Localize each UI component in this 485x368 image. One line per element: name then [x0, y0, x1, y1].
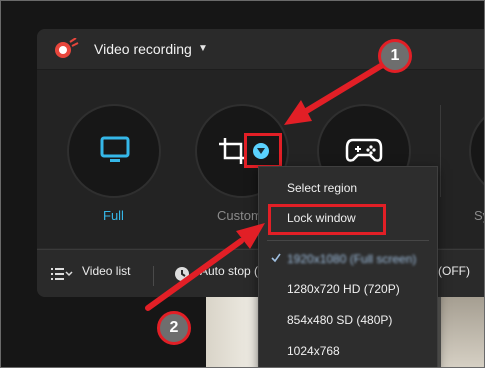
auto-stop-button[interactable]: Auto stop ( [200, 264, 258, 278]
annotation-badge-2: 2 [157, 311, 191, 345]
mode-system-button[interactable] [469, 104, 484, 198]
menu-item-1024x768[interactable]: 1024x768 [259, 336, 437, 366]
mode-custom-label: Custom [217, 208, 262, 223]
gamepad-icon [345, 136, 383, 164]
menu-item-720p[interactable]: 1280x720 HD (720P) [259, 274, 437, 304]
timer-icon [174, 266, 190, 282]
screenshot-frame: Video recording ▼ Full Custom S Video li… [0, 0, 485, 368]
app-logo-icon [53, 38, 79, 60]
toolbar-off-status: (OFF) [438, 264, 470, 278]
menu-item-label: 1024x768 [287, 344, 340, 358]
menu-item-label: Select region [287, 181, 358, 195]
checkmark-icon [271, 253, 281, 263]
mode-system-label: Sy [474, 208, 484, 223]
list-icon[interactable] [51, 268, 73, 282]
mode-full-label: Full [103, 208, 124, 223]
monitor-icon [100, 135, 130, 165]
video-list-button[interactable]: Video list [82, 264, 130, 278]
highlight-box-lock-window [268, 204, 386, 235]
toolbar-divider [153, 266, 154, 286]
mode-title[interactable]: Video recording [94, 41, 192, 57]
highlight-box-dropdown [244, 133, 282, 168]
menu-divider [267, 240, 429, 241]
background-photo-right [441, 294, 484, 367]
menu-item-label: 1920x1080 (Full screen) [287, 252, 417, 266]
annotation-badge-1: 1 [378, 39, 412, 73]
menu-item-select-region[interactable]: Select region [259, 173, 437, 203]
menu-item-label: 1280x720 HD (720P) [287, 282, 400, 296]
menu-item-full-screen[interactable]: 1920x1080 (Full screen) [259, 244, 437, 274]
mode-full-button[interactable] [67, 104, 161, 198]
menu-item-label: 854x480 SD (480P) [287, 313, 393, 327]
title-dropdown-icon[interactable]: ▼ [198, 43, 208, 54]
title-bar: Video recording ▼ [37, 29, 484, 70]
mode-divider [440, 105, 441, 197]
region-dropdown-menu: Select region Lock window 1920x1080 (Ful… [258, 166, 438, 367]
menu-item-480p[interactable]: 854x480 SD (480P) [259, 305, 437, 335]
